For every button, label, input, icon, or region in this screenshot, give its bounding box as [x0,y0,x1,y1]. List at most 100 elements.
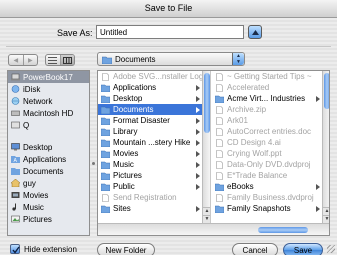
scroll-up-icon[interactable]: ▲ [323,207,329,215]
document-icon [101,72,110,81]
browser-column-2: ~ Getting Started Tips ~ Accelerated Acme … [212,71,329,223]
back-forward-buttons: ◀ ▶ [8,54,38,66]
folder-row[interactable]: Family Snapshots [212,203,329,214]
splitter-handle[interactable] [92,162,95,165]
scroll-down-icon[interactable]: ▼ [323,215,329,223]
disclosure-arrow-icon [196,107,200,113]
folder-icon [214,95,225,103]
document-icon [215,160,224,169]
sidebar-item-network[interactable]: Network [8,95,89,107]
file-row[interactable]: Crying Wolf.ppt [212,148,329,159]
list-view-button[interactable] [46,55,60,65]
folder-row[interactable]: Movies [98,148,210,159]
sidebar-item-guy[interactable]: guy [8,177,89,189]
item-label: ~ Getting Started Tips ~ [227,72,312,81]
hide-extension-option[interactable]: Hide extension [10,244,77,254]
cancel-button[interactable]: Cancel [232,243,278,255]
sidebar-item-applications[interactable]: A Applications [8,153,89,165]
sidebar-item-label: Macintosh HD [23,108,74,118]
column-1-scrollbar[interactable]: ▲ ▼ [202,71,210,223]
title-bar[interactable]: Save to File [0,0,337,18]
sidebar-item-label: guy [23,178,36,188]
item-label: Sites [113,204,131,213]
file-row[interactable]: Family Business.dvdproj [212,192,329,203]
sidebar-item-label: Pictures [23,214,52,224]
scroll-down-icon[interactable]: ▼ [203,215,210,223]
document-icon [215,72,224,81]
file-row[interactable]: E*Trade Balance [212,170,329,181]
item-label: Accelerated [227,83,270,92]
hard-drive-icon [11,109,20,117]
folder-icon [100,172,111,180]
item-label: Music [113,160,134,169]
document-icon [215,171,224,180]
folder-row[interactable]: Documents [98,104,210,115]
file-row[interactable]: CD Design 4.ai [212,137,329,148]
sidebar-item-q[interactable]: Q [8,119,89,131]
file-row[interactable]: Send Registration [98,192,210,203]
folder-row[interactable]: Desktop [98,93,210,104]
file-row[interactable]: Adobe SVG...nstaller Log [98,71,210,82]
folder-row[interactable]: Format Disaster [98,115,210,126]
sidebar-section-gap [8,131,89,141]
new-folder-button[interactable]: New Folder [97,243,155,255]
file-row[interactable]: ~ Getting Started Tips ~ [212,71,329,82]
horizontal-scrollbar[interactable] [98,223,329,235]
sidebar-item-movies[interactable]: Movies [8,189,89,201]
column-browser: Adobe SVG...nstaller Log Applications Desk… [97,70,330,236]
scroll-thumb[interactable] [324,73,329,109]
resize-grip[interactable] [327,245,335,253]
save-as-input[interactable] [96,25,244,39]
document-icon [215,105,224,114]
item-label: Movies [113,149,139,158]
document-icon [215,193,224,202]
sidebar-item-pictures[interactable]: Pictures [8,213,89,225]
sidebar-item-label: Documents [23,166,64,176]
sidebar-item-macintosh-hd[interactable]: Macintosh HD [8,107,89,119]
sidebar-item-powerbook17[interactable]: PowerBook17 [8,71,89,83]
sidebar-item-label: PowerBook17 [23,72,73,82]
scroll-up-icon[interactable]: ▲ [203,207,210,215]
file-row[interactable]: Ark01 [212,115,329,126]
location-popup[interactable]: Documents ▲ ▼ [97,52,245,66]
documents-icon [11,167,20,175]
column-view-button[interactable] [59,55,74,65]
disclosure-arrow-icon [196,96,200,102]
disclosure-arrow-icon [196,173,200,179]
sidebar-item-label: Applications [23,154,67,164]
sidebar-item-desktop[interactable]: Desktop [8,141,89,153]
item-label: Family Business.dvdproj [227,193,314,202]
forward-button[interactable]: ▶ [22,55,38,65]
file-row[interactable]: Archive.zip [212,104,329,115]
folder-row[interactable]: Sites [98,203,210,214]
column-2-scrollbar[interactable]: ▲ ▼ [322,71,329,223]
back-button[interactable]: ◀ [9,55,23,65]
folder-row[interactable]: Music [98,159,210,170]
folder-row[interactable]: Library [98,126,210,137]
expand-dialog-button[interactable] [248,25,262,39]
scroll-thumb[interactable] [204,73,210,133]
horizontal-scroll-thumb[interactable] [258,227,308,233]
folder-row[interactable]: Pictures [98,170,210,181]
save-button[interactable]: Save [283,243,323,255]
folder-row[interactable]: Applications [98,82,210,93]
forward-arrow-icon: ▶ [27,57,33,64]
item-label: Applications [113,83,157,92]
back-arrow-icon: ◀ [13,57,19,64]
folder-row[interactable]: Mountain ...stery Hike [98,137,210,148]
file-row[interactable]: Accelerated [212,82,329,93]
sidebar-item-documents[interactable]: Documents [8,165,89,177]
sidebar: PowerBook17 iDisk Network Macintosh HD Q Desk… [7,70,90,236]
folder-row[interactable]: Acme Virt... Industries [212,93,329,104]
sidebar-item-music[interactable]: Music [8,201,89,213]
file-row[interactable]: AutoCorrect entries.doc [212,126,329,137]
sidebar-item-idisk[interactable]: iDisk [8,83,89,95]
folder-row[interactable]: eBooks [212,181,329,192]
disclosure-arrow-icon [316,206,320,212]
hide-extension-checkbox[interactable] [10,244,20,254]
pane-splitter[interactable] [90,70,97,236]
file-row[interactable]: Data-Only DVD.dvdproj [212,159,329,170]
column-view-icon [62,56,72,64]
sidebar-item-label: Q [23,120,30,130]
folder-row[interactable]: Public [98,181,210,192]
